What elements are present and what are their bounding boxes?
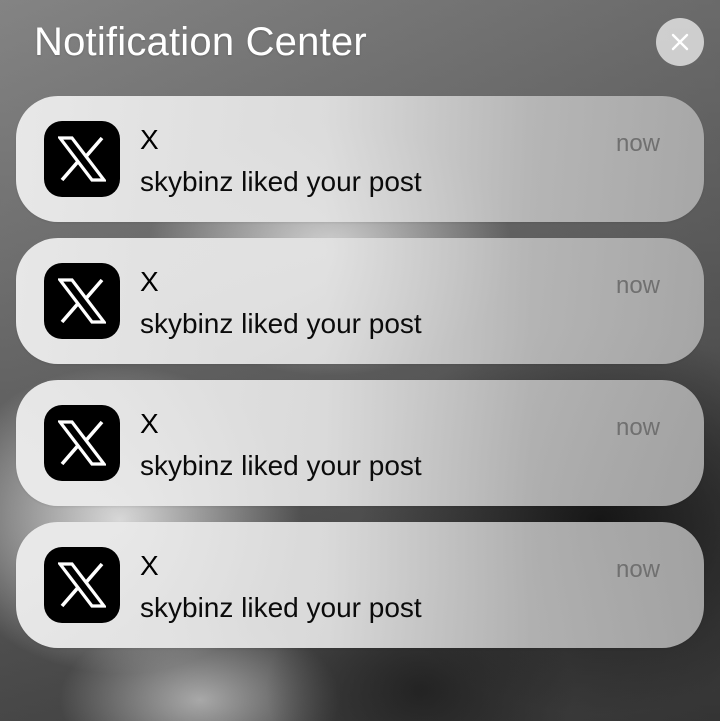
x-logo-icon: [58, 562, 106, 608]
app-icon-x: [44, 547, 120, 623]
notification-card[interactable]: X skybinz liked your post now: [16, 380, 704, 506]
app-icon-x: [44, 405, 120, 481]
notification-time: now: [615, 556, 660, 583]
notification-card[interactable]: X skybinz liked your post now: [16, 238, 704, 364]
close-button[interactable]: [656, 18, 704, 66]
notification-message: skybinz liked your post: [140, 450, 422, 481]
notification-card[interactable]: X skybinz liked your post now: [16, 522, 704, 648]
notification-time: now: [615, 414, 660, 441]
notification-app-name: X: [140, 408, 159, 439]
app-icon-x: [44, 121, 120, 197]
notification-list: X skybinz liked your post now X skybinz …: [16, 96, 704, 664]
notification-message: skybinz liked your post: [140, 166, 422, 197]
notification-message: skybinz liked your post: [140, 308, 422, 339]
app-icon-x: [44, 263, 120, 339]
x-logo-icon: [58, 136, 106, 182]
notification-card[interactable]: X skybinz liked your post now: [16, 96, 704, 222]
notification-message: skybinz liked your post: [140, 592, 422, 623]
page-title: Notification Center: [34, 20, 367, 64]
notification-app-name: X: [140, 550, 159, 581]
notification-app-name: X: [140, 124, 159, 155]
notification-time: now: [615, 272, 660, 299]
notification-app-name: X: [140, 266, 159, 297]
x-logo-icon: [58, 278, 106, 324]
notification-time: now: [615, 130, 660, 157]
close-icon: [671, 33, 689, 51]
x-logo-icon: [58, 420, 106, 466]
